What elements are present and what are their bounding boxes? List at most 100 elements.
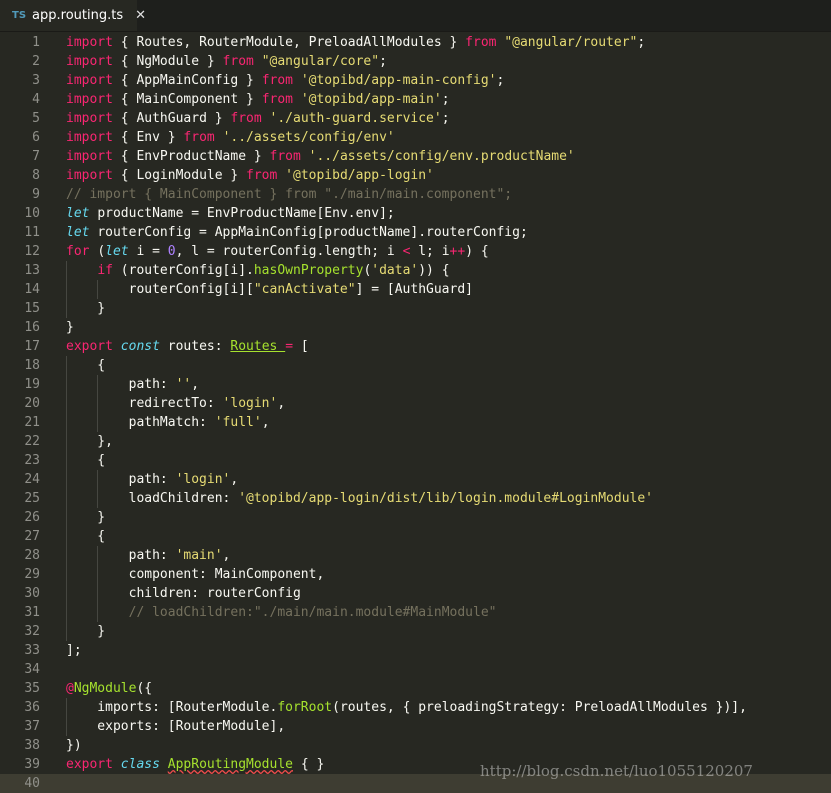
code-line[interactable]: 7 import { EnvProductName } from '../asse… xyxy=(0,147,831,166)
line-number: 4 xyxy=(32,92,40,107)
code-line[interactable]: 15 } xyxy=(0,299,831,318)
indent-guide xyxy=(66,508,67,527)
code-text: let productName = EnvProductName[Env.env… xyxy=(66,206,395,221)
line-number: 23 xyxy=(24,453,40,468)
indent-guide xyxy=(97,280,99,299)
code-text: path: 'login', xyxy=(66,472,239,487)
code-text: import { MainComponent } from '@topibd/a… xyxy=(66,92,450,107)
line-number: 33 xyxy=(24,643,40,658)
code-line[interactable]: 14 routerConfig[i]["canActivate"] = [Aut… xyxy=(0,280,831,299)
code-line[interactable]: 13 if (routerConfig[i].hasOwnProperty('d… xyxy=(0,261,831,280)
line-number: 28 xyxy=(24,548,40,563)
code-text: import { Routes, RouterModule, PreloadAl… xyxy=(66,35,646,50)
code-line[interactable]: 33]; xyxy=(0,641,831,660)
code-text: { xyxy=(66,453,106,468)
code-text: // loadChildren:"./main/main.module#Main… xyxy=(128,605,497,620)
code-text: }, xyxy=(66,434,113,449)
code-line[interactable]: 24 path: 'login', xyxy=(0,470,831,489)
line-number: 31 xyxy=(24,605,40,620)
line-number: 7 xyxy=(32,149,40,164)
line-number: 15 xyxy=(24,301,40,316)
indent-guide xyxy=(97,470,99,489)
code-line[interactable]: 37 exports: [RouterModule], xyxy=(0,717,831,736)
code-text: import { LoginModule } from '@topibd/app… xyxy=(66,168,434,183)
line-number: 13 xyxy=(24,263,40,278)
line-number: 36 xyxy=(24,700,40,715)
code-line[interactable]: 34 xyxy=(0,660,831,679)
code-line[interactable]: 28 path: 'main', xyxy=(0,546,831,565)
code-line[interactable]: 20 redirectTo: 'login', xyxy=(0,394,831,413)
code-line[interactable]: 4 import { MainComponent } from '@topibd/… xyxy=(0,90,831,109)
indent-guide xyxy=(97,394,99,413)
line-number: 30 xyxy=(24,586,40,601)
indent-guide xyxy=(66,603,67,622)
code-text: let routerConfig = AppMainConfig[product… xyxy=(66,225,528,240)
code-line[interactable]: 25 loadChildren: '@topibd/app-login/dist… xyxy=(0,489,831,508)
code-line[interactable]: 32 } xyxy=(0,622,831,641)
code-line[interactable]: 16} xyxy=(0,318,831,337)
indent-guide xyxy=(66,394,67,413)
close-icon[interactable]: ✕ xyxy=(135,8,146,23)
code-text: path: 'main', xyxy=(66,548,231,563)
code-line[interactable]: 3 import { AppMainConfig } from '@topibd/… xyxy=(0,71,831,90)
line-number: 25 xyxy=(24,491,40,506)
code-text: redirectTo: 'login', xyxy=(66,396,286,411)
code-editor[interactable]: 1 import { Routes, RouterModule, PreloadA… xyxy=(0,32,831,793)
code-line[interactable]: 22 }, xyxy=(0,432,831,451)
line-number: 11 xyxy=(24,225,40,240)
code-text: path: '', xyxy=(66,377,200,392)
code-text: import { EnvProductName } from '../asset… xyxy=(66,149,575,164)
code-line[interactable]: 30 children: routerConfig xyxy=(0,584,831,603)
code-text: for (let i = 0, l = routerConfig.length;… xyxy=(66,244,489,259)
code-line[interactable]: 19 path: '', xyxy=(0,375,831,394)
line-number: 37 xyxy=(24,719,40,734)
indent-guide xyxy=(66,261,67,280)
line-number: 1 xyxy=(32,35,40,50)
line-number: 26 xyxy=(24,510,40,525)
indent-guide xyxy=(97,375,99,394)
code-line[interactable]: 35 @NgModule({ xyxy=(0,679,831,698)
code-line[interactable]: 29 component: MainComponent, xyxy=(0,565,831,584)
line-number: 35 xyxy=(24,681,40,696)
code-line[interactable]: 36 imports: [RouterModule.forRoot(routes… xyxy=(0,698,831,717)
code-line[interactable]: 6 import { Env } from '../assets/config/e… xyxy=(0,128,831,147)
code-line[interactable]: 31 // loadChildren:"./main/main.module#M… xyxy=(0,603,831,622)
indent-guide xyxy=(66,356,67,375)
code-line[interactable]: 21 pathMatch: 'full', xyxy=(0,413,831,432)
code-line[interactable]: 17 export const routes: Routes = [ xyxy=(0,337,831,356)
indent-guide xyxy=(66,546,67,565)
code-line[interactable]: 23 { xyxy=(0,451,831,470)
line-number: 32 xyxy=(24,624,40,639)
code-line[interactable]: 18 { xyxy=(0,356,831,375)
indent-guide xyxy=(66,698,67,717)
code-text: imports: [RouterModule.forRoot(routes, {… xyxy=(66,700,747,715)
code-line[interactable]: 9 // import { MainComponent } from "./mai… xyxy=(0,185,831,204)
code-line[interactable]: 10 let productName = EnvProductName[Env.e… xyxy=(0,204,831,223)
code-text: routerConfig[i]["canActivate"] = [AuthGu… xyxy=(66,282,473,297)
code-line[interactable]: 26 } xyxy=(0,508,831,527)
line-number: 16 xyxy=(24,320,40,335)
indent-guide xyxy=(97,584,99,603)
code-line[interactable]: 1 import { Routes, RouterModule, PreloadA… xyxy=(0,33,831,52)
code-text: import { Env } from '../assets/config/en… xyxy=(66,130,395,145)
indent-guide xyxy=(66,299,67,318)
indent-guide xyxy=(97,413,99,432)
code-line[interactable]: 2 import { NgModule } from "@angular/core… xyxy=(0,52,831,71)
line-number: 38 xyxy=(24,738,40,753)
typescript-file-icon: TS xyxy=(12,10,27,21)
line-number: 21 xyxy=(24,415,40,430)
code-text: // import { MainComponent } from "./main… xyxy=(66,187,513,202)
line-number: 14 xyxy=(24,282,40,297)
code-text: component: MainComponent, xyxy=(66,567,325,582)
code-line[interactable]: 38}) xyxy=(0,736,831,755)
indent-guide xyxy=(66,280,67,299)
indent-guide xyxy=(66,717,67,736)
code-line[interactable]: 12 for (let i = 0, l = routerConfig.lengt… xyxy=(0,242,831,261)
line-number: 6 xyxy=(32,130,40,145)
tab-app-routing[interactable]: TS app.routing.ts ✕ xyxy=(0,0,146,31)
line-number: 3 xyxy=(32,73,40,88)
code-line[interactable]: 27 { xyxy=(0,527,831,546)
code-line[interactable]: 8 import { LoginModule } from '@topibd/ap… xyxy=(0,166,831,185)
code-line[interactable]: 5 import { AuthGuard } from './auth-guard… xyxy=(0,109,831,128)
code-line[interactable]: 11 let routerConfig = AppMainConfig[produ… xyxy=(0,223,831,242)
